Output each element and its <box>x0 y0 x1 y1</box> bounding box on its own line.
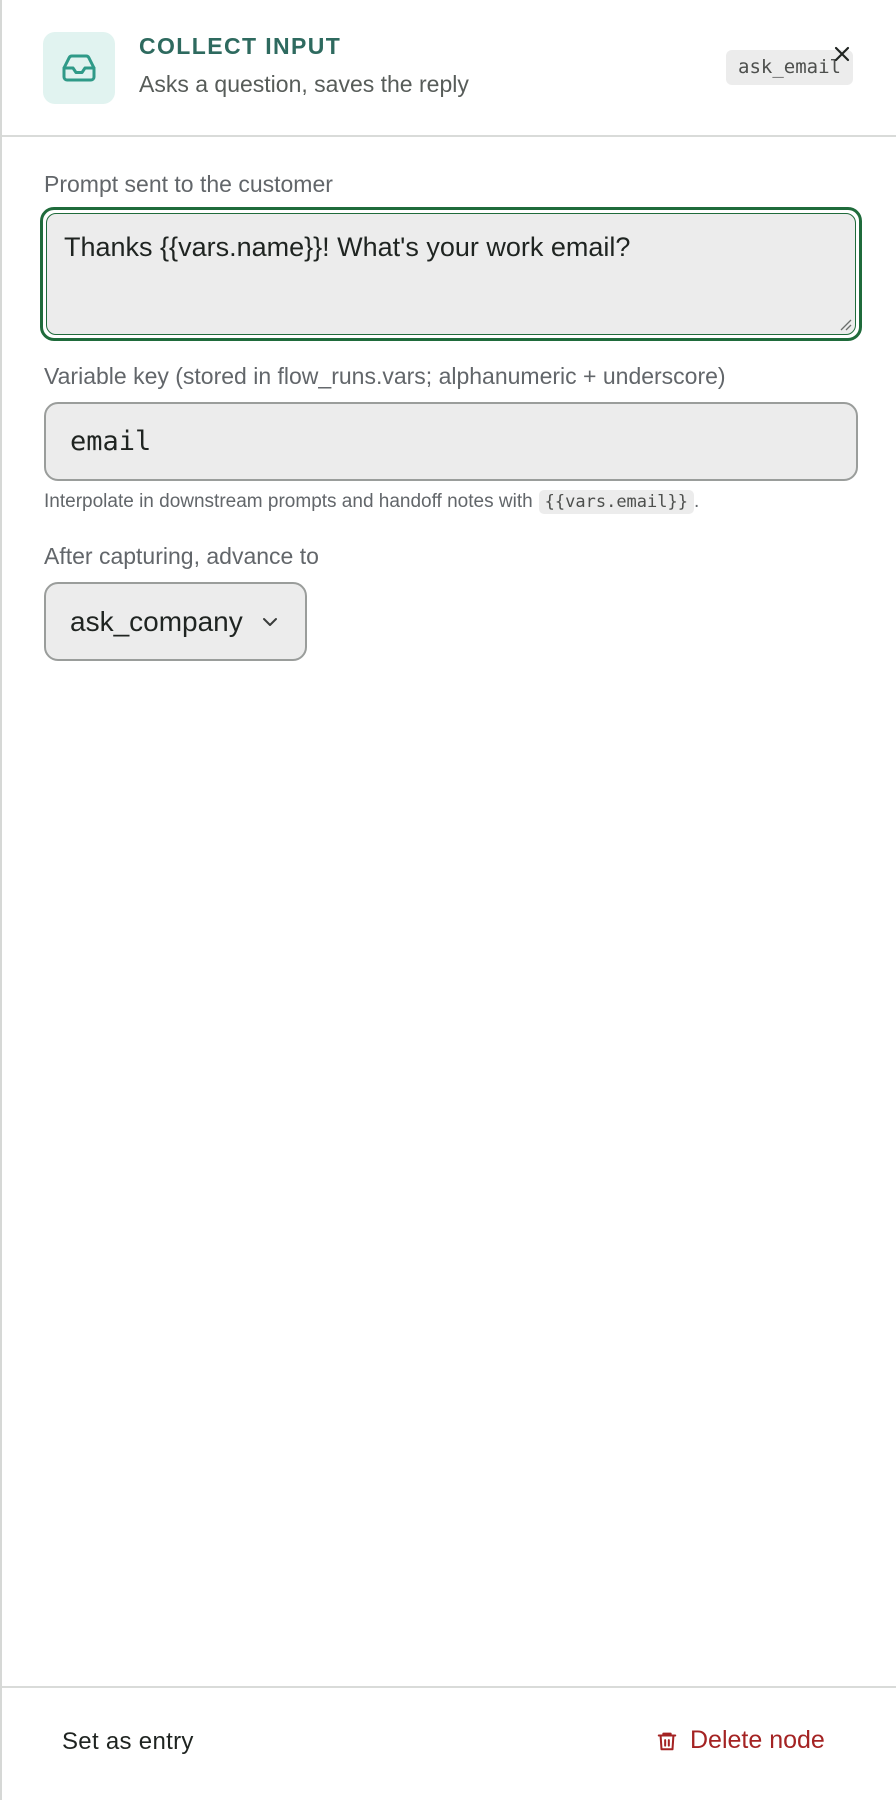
panel-header: COLLECT INPUT Asks a question, saves the… <box>2 0 896 137</box>
variable-hint: Interpolate in downstream prompts and ha… <box>44 490 699 514</box>
inbox-icon <box>62 54 96 82</box>
next-node-selected: ask_company <box>70 605 243 637</box>
variable-key-input[interactable]: email <box>44 402 858 481</box>
chevron-down-icon <box>262 617 277 626</box>
prompt-textarea[interactable]: Thanks {{vars.name}}! What's your work e… <box>46 213 856 335</box>
close-button[interactable] <box>828 40 856 68</box>
prompt-text: Thanks {{vars.name}}! What's your work e… <box>64 232 631 262</box>
prompt-label: Prompt sent to the customer <box>44 171 333 197</box>
next-node-label: After capturing, advance to <box>44 543 319 569</box>
variable-hint-suffix: . <box>693 491 700 512</box>
variable-hint-text: Interpolate in downstream prompts and ha… <box>44 491 533 512</box>
next-node-select[interactable]: ask_company <box>44 582 307 661</box>
delete-node-button[interactable]: Delete node <box>656 1726 825 1755</box>
close-icon <box>834 46 850 62</box>
trash-icon <box>657 1732 677 1750</box>
delete-node-label: Delete node <box>690 1726 825 1754</box>
panel-footer: Set as entry Delete node <box>2 1686 896 1800</box>
resize-grip-icon[interactable] <box>838 317 852 331</box>
node-type-icon-tile <box>43 32 115 104</box>
node-kind-label: COLLECT INPUT <box>139 33 342 59</box>
set-as-entry-button[interactable]: Set as entry <box>62 1728 194 1756</box>
node-kind-description: Asks a question, saves the reply <box>139 71 469 97</box>
prompt-textarea-focus-ring: Thanks {{vars.name}}! What's your work e… <box>40 207 862 341</box>
variable-hint-code: {{vars.email}} <box>538 490 694 514</box>
node-inspector-panel: COLLECT INPUT Asks a question, saves the… <box>0 0 896 1800</box>
variable-key-label: Variable key (stored in flow_runs.vars; … <box>44 363 726 389</box>
